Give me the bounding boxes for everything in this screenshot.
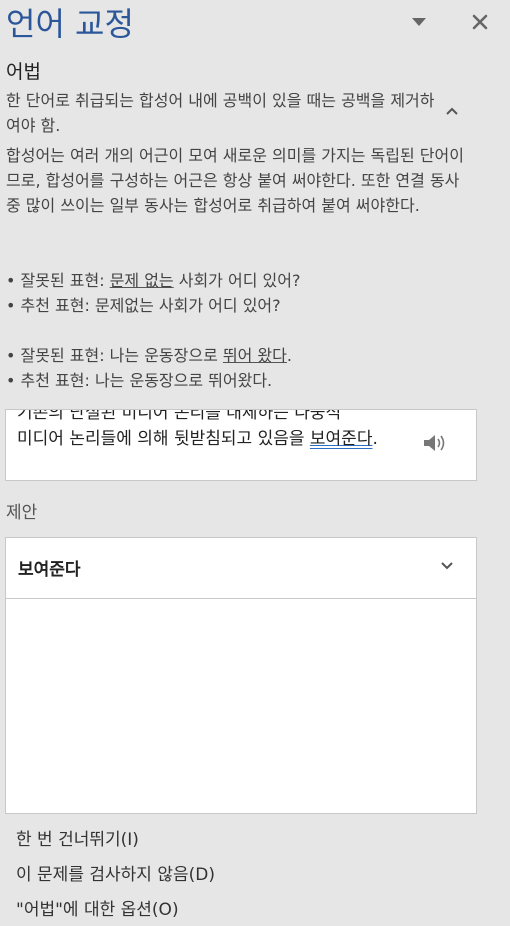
suggestion-item[interactable]: 보여준다 bbox=[6, 538, 476, 599]
issue-summary: 한 단어로 취급되는 합성어 내에 공백이 있을 때는 공백을 제거하여야 함. bbox=[6, 91, 435, 135]
flagged-word: 보여준다 bbox=[309, 429, 373, 449]
chevron-down-icon[interactable] bbox=[438, 558, 456, 574]
close-icon bbox=[472, 14, 488, 30]
suggestions-label: 제안 bbox=[6, 503, 38, 523]
example-right-1: • 추천 표현: 문제없는 사회가 어디 있어? bbox=[6, 296, 281, 315]
close-button[interactable] bbox=[468, 10, 492, 34]
dont-check-issue-link[interactable]: 이 문제를 검사하지 않음(D) bbox=[16, 862, 215, 888]
context-line-top: 기존의 단절된 미디어 논리를 대체하는 다중적 bbox=[17, 409, 342, 423]
read-aloud-button[interactable] bbox=[422, 432, 450, 456]
pane-options-dropdown[interactable] bbox=[410, 14, 428, 30]
example-right-2: • 추천 표현: 나는 운동장으로 뛰어왔다. bbox=[6, 371, 273, 390]
suggestion-text: 보여준다 bbox=[18, 560, 81, 580]
example-wrong-2: • 잘못된 표현: 나는 운동장으로 뛰어 왔다. bbox=[6, 346, 292, 365]
issue-explanation: 합성어는 여러 개의 어근이 모여 새로운 의미를 가지는 독립된 단어이므로,… bbox=[6, 146, 464, 215]
issue-category: 어법 bbox=[6, 61, 41, 83]
ignore-once-link[interactable]: 한 번 건너뛰기(I) bbox=[16, 827, 139, 853]
collapse-explanation-button[interactable] bbox=[442, 102, 462, 120]
caret-down-icon bbox=[412, 18, 426, 26]
context-line-main: 미디어 논리들에 의해 뒷받침되고 있음을 보여준다. bbox=[17, 429, 378, 449]
example-error-phrase: 문제 없는 bbox=[109, 271, 174, 290]
context-preview: 기존의 단절된 미디어 논리를 대체하는 다중적 미디어 논리들에 의해 뒷받침… bbox=[5, 409, 477, 481]
grammar-options-link[interactable]: "어법"에 대한 옵션(O) bbox=[16, 897, 179, 923]
example-wrong-1: • 잘못된 표현: 문제 없는 사회가 어디 있어? bbox=[6, 271, 301, 290]
context-text: 기존의 단절된 미디어 논리를 대체하는 다중적 미디어 논리들에 의해 뒷받침… bbox=[17, 409, 397, 452]
pane-title: 언어 교정 bbox=[6, 5, 134, 43]
speaker-icon bbox=[424, 435, 445, 451]
suggestions-list: 보여준다 bbox=[5, 537, 477, 814]
example-error-phrase: 뛰어 왔다 bbox=[222, 346, 287, 365]
chevron-up-icon bbox=[446, 107, 458, 115]
